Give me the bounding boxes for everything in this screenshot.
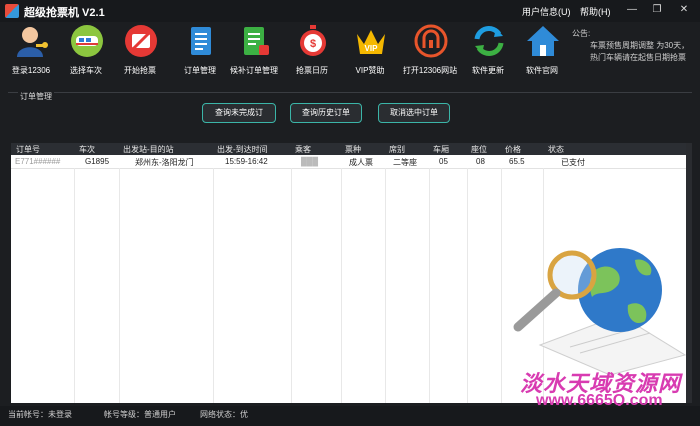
query-unfinished-button[interactable]: 查询未完成订 <box>202 103 276 123</box>
menu-help[interactable]: 帮助(H) <box>580 5 611 18</box>
order-panel-title: 订单管理 <box>18 91 54 102</box>
user-login-icon <box>17 27 48 57</box>
railway-logo-icon <box>414 24 448 58</box>
status-level: 帐号等级：普通用户 <box>104 410 176 419</box>
svg-text:VIP: VIP <box>365 44 379 53</box>
toolbar-website-button[interactable]: 软件官网 <box>512 22 572 80</box>
vip-crown-icon: VIP <box>357 30 385 54</box>
status-account: 当前帐号：未登录 <box>8 410 72 419</box>
column-divider <box>341 168 342 403</box>
toolbar-calendar-button[interactable]: $ 抢票日历 <box>282 22 342 80</box>
home-icon <box>527 26 559 56</box>
col-coach[interactable]: 车厢 <box>433 144 449 155</box>
app-logo-icon <box>5 4 19 18</box>
notice-title: 公告: <box>572 29 591 38</box>
notice-text: 车票预售周期调整 为30天，热门车辆请在起售日期抢票 <box>590 41 690 62</box>
svg-text:$: $ <box>310 38 316 50</box>
cell-price: 65.5 <box>509 157 525 166</box>
toolbar-start-grab-button[interactable]: 开始抢票 <box>110 22 170 80</box>
column-divider <box>385 168 386 403</box>
cell-status: 已支付 <box>561 158 585 167</box>
ticket-start-icon <box>125 25 157 57</box>
col-times[interactable]: 出发-到达时间 <box>217 144 268 155</box>
cell-stations: 郑州东-洛阳龙门 <box>135 158 194 167</box>
toolbar-order-manage-button[interactable]: 订单管理 <box>170 22 230 80</box>
column-divider <box>213 168 214 403</box>
column-divider <box>119 168 120 403</box>
cell-seat-class: 二等座 <box>393 158 417 167</box>
cancel-order-button[interactable]: 取消选中订单 <box>378 103 450 123</box>
app-title: 超级抢票机 V2.1 <box>24 7 105 19</box>
cell-times: 15:59-16:42 <box>225 157 268 166</box>
order-management-panel: 订单管理 查询未完成订 查询历史订单 取消选中订单 <box>8 91 692 131</box>
col-seat-class[interactable]: 席别 <box>389 144 405 155</box>
column-divider <box>467 168 468 403</box>
update-icon <box>474 26 504 56</box>
toolbar-vip-button[interactable]: VIP VIP赞助 <box>340 22 400 80</box>
notice-panel: 公告: 车票预售周期调整 为30天，热门车辆请在起售日期抢票 <box>572 28 696 78</box>
stopwatch-icon: $ <box>300 25 326 56</box>
col-status[interactable]: 状态 <box>548 144 564 155</box>
toolbar-select-train-button[interactable]: 选择车次 <box>56 22 116 80</box>
cell-order-no: E771###### <box>15 157 61 166</box>
waitlist-order-icon <box>244 27 269 55</box>
query-history-button[interactable]: 查询历史订单 <box>290 103 362 123</box>
cell-train: G1895 <box>85 157 110 166</box>
col-stations[interactable]: 出发站-目的站 <box>123 144 174 155</box>
toolbar-open-12306-button[interactable]: 打开12306网站 <box>400 22 460 80</box>
cell-ticket-type: 成人票 <box>349 158 373 167</box>
column-divider <box>74 168 75 403</box>
toolbar-waitlist-button[interactable]: 候补订单管理 <box>224 22 284 80</box>
status-network: 网络状态：优 <box>200 410 248 419</box>
cell-seat: 08 <box>476 157 485 166</box>
col-ticket-type[interactable]: 票种 <box>345 144 361 155</box>
col-train[interactable]: 车次 <box>79 144 95 155</box>
minimize-icon[interactable]: — <box>624 3 640 17</box>
title-bar: 超级抢票机 V2.1 用户信息(U) 帮助(H) — ❐ ✕ <box>0 0 700 22</box>
toolbar-login-button[interactable]: 登录12306 <box>1 22 61 80</box>
status-bar: 当前帐号：未登录 帐号等级：普通用户 网络状态：优 <box>0 406 700 426</box>
table-row[interactable]: E771###### G1895 郑州东-洛阳龙门 15:59-16:42 ██… <box>11 155 686 169</box>
table-header: 订单号 车次 出发站-目的站 出发-到达时间 乘客 票种 席别 车厢 座位 价格… <box>11 143 686 155</box>
cell-passenger: ███ <box>301 157 319 166</box>
col-passenger[interactable]: 乘客 <box>295 144 311 155</box>
cell-coach: 05 <box>439 157 448 166</box>
toolbar-update-button[interactable]: 软件更新 <box>458 22 518 80</box>
order-doc-icon <box>191 27 211 55</box>
menu-user-info[interactable]: 用户信息(U) <box>522 5 571 18</box>
column-divider <box>291 168 292 403</box>
restore-icon[interactable]: ❐ <box>649 3 665 17</box>
train-icon <box>71 25 103 57</box>
globe-magnifier-icon <box>513 248 687 375</box>
column-divider <box>429 168 430 403</box>
col-seat[interactable]: 座位 <box>471 144 487 155</box>
col-price[interactable]: 价格 <box>505 144 521 155</box>
close-icon[interactable]: ✕ <box>676 3 692 17</box>
col-order-no[interactable]: 订单号 <box>16 144 40 155</box>
